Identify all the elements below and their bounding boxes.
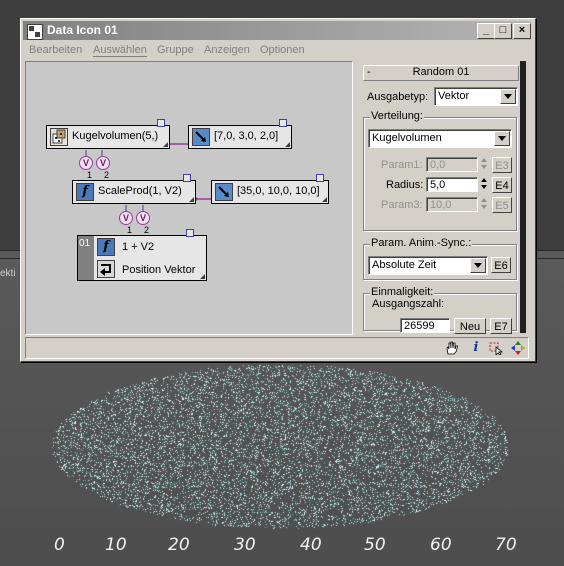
node-canvas[interactable]: Kugelvolumen(5,) [7,0, 3,0, 2,0] V V 1 2… — [25, 61, 353, 335]
move-icon[interactable] — [510, 341, 526, 355]
menu-bearbeiten[interactable]: Bearbeiten — [29, 44, 82, 56]
port-number: 2 — [104, 170, 110, 180]
close-icon[interactable]: × — [513, 23, 531, 39]
vector-icon — [215, 183, 233, 201]
radius-spinner[interactable] — [480, 177, 489, 192]
verteilung-value: Kugelvolumen — [372, 132, 442, 144]
verteilung-select[interactable]: Kugelvolumen — [368, 129, 512, 148]
window-title: Data Icon 01 — [47, 23, 118, 37]
node-kugelvolumen[interactable]: Kugelvolumen(5,) — [46, 119, 170, 149]
ruler-label: 40 — [300, 535, 322, 555]
function-icon: f — [97, 238, 115, 256]
radius-label: Radius: — [386, 179, 424, 191]
param1-field[interactable]: 0,0 — [426, 157, 478, 172]
node-label: Position Vektor — [122, 264, 196, 276]
node-port[interactable] — [157, 119, 165, 127]
ruler-label: 10 — [105, 535, 127, 555]
node-port[interactable] — [183, 174, 191, 182]
verteilung-title: Verteilung: — [370, 110, 424, 122]
node-label: 1 + V2 — [122, 241, 155, 253]
viewport-label: ekti — [0, 268, 16, 279]
ausgabetyp-label: Ausgabetyp: — [367, 91, 429, 103]
param1-e3-button[interactable]: E3 — [492, 157, 512, 173]
chevron-down-icon[interactable] — [470, 258, 486, 273]
param3-label: Param3: — [381, 199, 423, 211]
menu-bar: Bearbeiten Auswählen Gruppe Anzeigen Opt… — [23, 42, 531, 59]
einmaligkeit-group: Einmaligkeit: Ausgangszahl: 26599 Neu E7 — [363, 286, 517, 334]
node-label: ScaleProd(1, V2) — [98, 185, 182, 197]
function-icon: f — [76, 183, 94, 201]
param3-spinner[interactable] — [480, 197, 489, 212]
ausgangszahl-e7-button[interactable]: E7 — [490, 318, 512, 334]
ausgangszahl-label: Ausgangszahl: — [372, 298, 445, 310]
maximize-icon[interactable]: □ — [494, 23, 512, 39]
ausgabetyp-select[interactable]: Vektor — [434, 87, 518, 106]
ruler-label: 50 — [364, 535, 386, 555]
output-arrow-icon — [97, 260, 115, 278]
status-bar: i — [25, 337, 529, 359]
node-label: Kugelvolumen(5,) — [72, 130, 159, 142]
menu-auswaehlen[interactable]: Auswählen — [93, 44, 147, 57]
param1-spinner[interactable] — [480, 157, 489, 172]
chevron-down-icon[interactable] — [500, 89, 516, 104]
param3-e5-button[interactable]: E5 — [492, 197, 512, 213]
menu-gruppe[interactable]: Gruppe — [157, 44, 194, 56]
node-port[interactable] — [186, 229, 194, 237]
info-icon[interactable]: i — [468, 341, 484, 355]
panel-scrollbar[interactable] — [520, 61, 526, 333]
minimize-icon[interactable]: _ — [477, 23, 495, 39]
radius-field[interactable]: 5,0 — [426, 177, 478, 192]
v-port[interactable]: V — [96, 156, 110, 170]
dice-icon — [50, 128, 68, 146]
particle-cloud — [50, 362, 510, 530]
data-icon-icon — [27, 24, 43, 40]
sync-value: Absolute Zeit — [372, 259, 437, 271]
param3-field[interactable]: 10,0 — [426, 197, 478, 212]
select-icon[interactable] — [488, 341, 504, 356]
ruler-label: 60 — [430, 535, 452, 555]
port-number: 1 — [127, 225, 133, 235]
verteilung-group: Verteilung: Kugelvolumen Param1: 0,0 E3 … — [363, 110, 517, 231]
param1-label: Param1: — [381, 159, 423, 171]
node-label: [35,0, 10,0, 10,0] — [237, 185, 320, 197]
data-icon-window: Data Icon 01 _ □ × Bearbeiten Auswählen … — [20, 18, 536, 362]
node-index: 01 — [79, 238, 91, 249]
ruler-label: 0 — [54, 535, 65, 555]
rollout-title: Random 01 — [412, 66, 470, 78]
ruler-label: 20 — [168, 535, 190, 555]
title-bar[interactable]: Data Icon 01 _ □ × — [23, 21, 531, 40]
hand-icon[interactable] — [444, 341, 460, 355]
neu-button[interactable]: Neu — [454, 318, 486, 334]
node-label: [7,0, 3,0, 2,0] — [214, 130, 279, 142]
rollout-header[interactable]: - Random 01 — [363, 65, 519, 81]
ruler-label: 30 — [234, 535, 256, 555]
sync-group: Param. Anim.-Sync.: Absolute Zeit E6 — [363, 237, 517, 280]
ausgangszahl-field[interactable]: 26599 — [400, 318, 450, 333]
v-port[interactable]: V — [136, 211, 150, 225]
node-vector-1[interactable]: [7,0, 3,0, 2,0] — [188, 119, 292, 149]
v-port[interactable]: V — [119, 211, 133, 225]
node-port[interactable] — [279, 119, 287, 127]
v-port[interactable]: V — [79, 156, 93, 170]
sync-select[interactable]: Absolute Zeit — [368, 256, 488, 275]
ruler-label: 70 — [495, 535, 517, 555]
menu-optionen[interactable]: Optionen — [260, 44, 305, 56]
node-position-vektor[interactable]: 01 f 1 + V2 Position Vektor — [77, 229, 207, 281]
port-number: 1 — [87, 170, 93, 180]
node-scaleprod[interactable]: f ScaleProd(1, V2) — [72, 174, 196, 204]
sync-e6-button[interactable]: E6 — [491, 257, 511, 273]
parameter-panel: - Random 01 Ausgabetyp: Vektor Verteilun… — [357, 61, 519, 334]
ausgabetyp-value: Vektor — [438, 90, 470, 102]
radius-e4-button[interactable]: E4 — [492, 177, 512, 193]
node-vector-2[interactable]: [35,0, 10,0, 10,0] — [211, 174, 329, 204]
menu-anzeigen[interactable]: Anzeigen — [204, 44, 250, 56]
chevron-down-icon[interactable] — [494, 131, 510, 146]
port-number: 2 — [144, 225, 150, 235]
node-port[interactable] — [316, 174, 324, 182]
vector-icon — [192, 128, 210, 146]
einmaligkeit-title: Einmaligkeit: — [370, 286, 435, 298]
sync-title: Param. Anim.-Sync.: — [370, 237, 473, 249]
